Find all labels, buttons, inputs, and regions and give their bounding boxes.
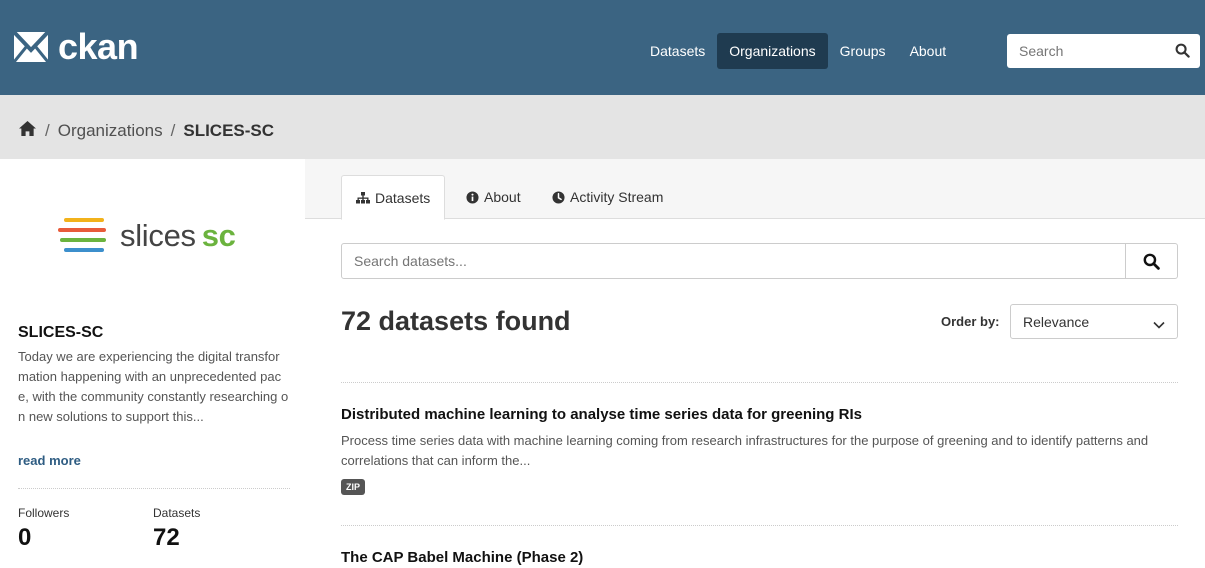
chevron-down-icon [1153,316,1165,332]
results-count: 72 datasets found [341,306,571,336]
datasets-value: 72 [153,524,180,551]
nav-groups[interactable]: Groups [828,33,898,69]
dataset-divider [341,525,1178,526]
dataset-item: Distributed machine learning to analyse … [341,406,1178,495]
tab-activity-stream[interactable]: Activity Stream [538,175,677,219]
clock-icon [552,190,565,204]
order-by-select[interactable]: Relevance [1010,304,1178,339]
logo-text: ckan [58,26,139,67]
tab-about[interactable]: About [452,175,535,219]
tab-activity-stream-label: Activity Stream [570,189,664,205]
org-logo-word: slices sc [120,218,236,253]
followers-value: 0 [18,524,32,551]
masthead: ckan Datasets Organizations Groups About [0,0,1205,95]
breadcrumb-separator: / [170,121,176,140]
dataset-search-input[interactable] [342,244,1112,278]
nav-datasets[interactable]: Datasets [638,33,717,69]
slices-logo-bars-icon [58,218,106,252]
sidebar: slices sc SLICES-SC Today we are experien… [0,159,305,568]
breadcrumb-separator: / [45,121,50,140]
nav-about[interactable]: About [898,33,959,69]
org-description: Today we are experiencing the digital tr… [18,349,289,424]
search-icon [1143,253,1160,270]
dataset-item: The CAP Babel Machine (Phase 2) [341,549,1178,566]
ckan-logo[interactable]: ckan [12,26,139,67]
toolbar: / Organizations / SLICES-SC [0,95,1205,159]
search-icon [1175,43,1190,58]
info-circle-icon [466,190,479,204]
site-search-input[interactable] [1007,34,1157,68]
dataset-search-button[interactable] [1125,244,1177,278]
sidebar-divider [18,488,290,489]
main-nav: Datasets Organizations Groups About [638,33,958,69]
org-title: SLICES-SC [18,324,104,341]
envelope-logo-icon [12,30,50,63]
tab-datasets-label: Datasets [375,189,431,206]
tab-datasets[interactable]: Datasets [341,175,446,220]
datasets-stat: Datasets 72 [153,506,200,552]
followers-stat: Followers 0 [18,506,69,552]
read-more-link[interactable]: read more [18,453,81,468]
dataset-title[interactable]: The CAP Babel Machine (Phase 2) [341,549,1178,566]
main-content [305,159,1205,568]
order-by-value: Relevance [1023,314,1090,330]
dataset-notes: Process time series data with machine le… [341,433,1149,468]
followers-label: Followers [18,506,70,520]
dataset-title[interactable]: Distributed machine learning to analyse … [341,406,1178,423]
dataset-search [341,243,1178,279]
breadcrumb: / Organizations / SLICES-SC [18,120,274,142]
sitemap-icon [356,191,370,204]
home-icon [19,120,36,137]
breadcrumb-current[interactable]: SLICES-SC [183,121,274,141]
order-by-label: Order by: [941,314,1000,329]
breadcrumb-home[interactable] [18,120,37,142]
nav-organizations[interactable]: Organizations [717,33,828,69]
datasets-label: Datasets [153,506,201,520]
tab-about-label: About [484,189,521,205]
results-divider [341,382,1178,383]
breadcrumb-organizations[interactable]: Organizations [58,121,163,141]
site-search-button[interactable] [1175,43,1190,63]
site-search [1007,34,1200,68]
org-logo[interactable]: slices sc [58,216,236,256]
dataset-format-badge[interactable]: ZIP [341,479,366,495]
